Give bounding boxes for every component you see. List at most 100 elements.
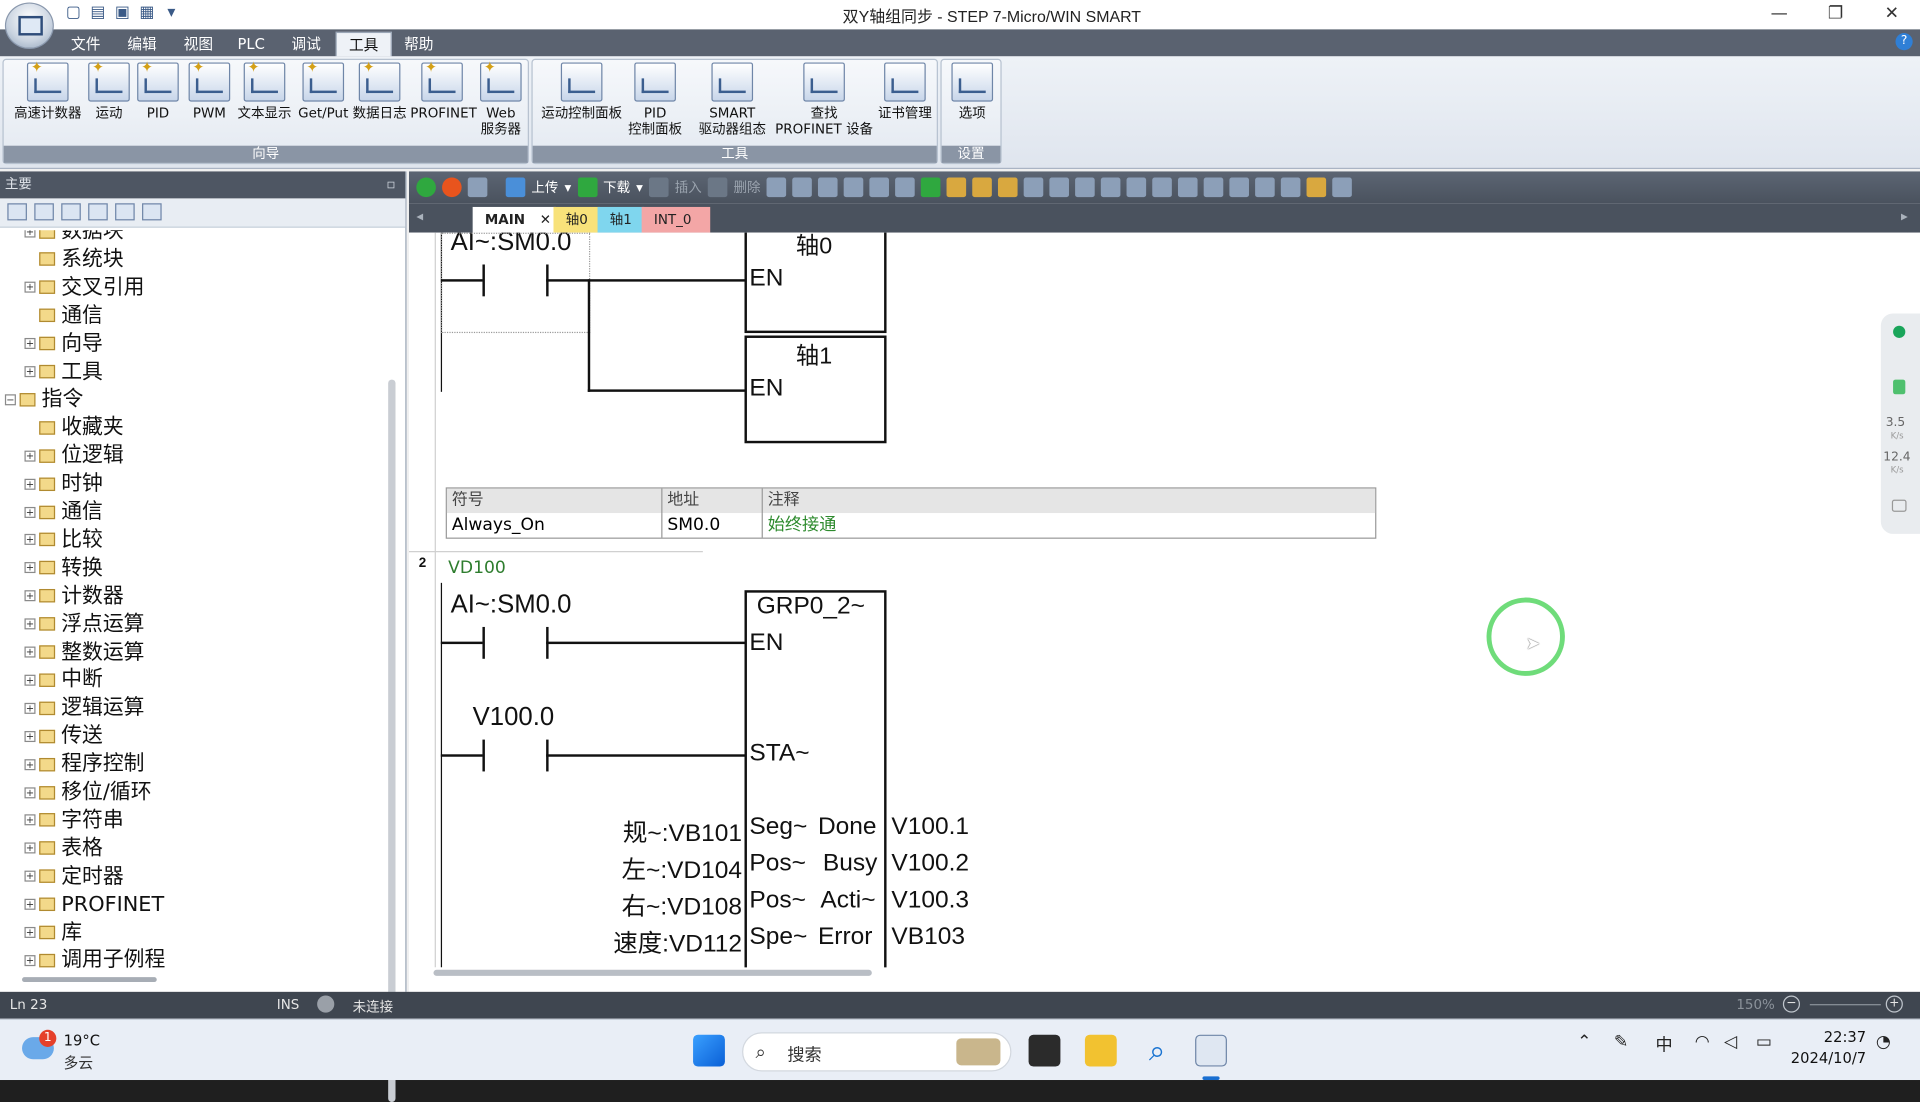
tree-item[interactable]: + 传送 xyxy=(24,723,103,750)
stop-icon[interactable] xyxy=(442,177,462,198)
table-icon[interactable] xyxy=(1229,177,1250,198)
upload-button[interactable]: 上传 xyxy=(531,178,558,198)
hsc-wizard-button[interactable]: 高速计数器 xyxy=(9,60,87,121)
network-comment[interactable]: VD100 xyxy=(448,558,506,578)
minimize-button[interactable]: — xyxy=(1751,0,1807,29)
lock-icon[interactable] xyxy=(946,177,967,198)
edit-icon[interactable] xyxy=(1255,177,1275,198)
expand-toggle-icon[interactable]: + xyxy=(24,366,36,378)
zoom-in-icon[interactable]: + xyxy=(1885,995,1903,1013)
pwm-wizard-button[interactable]: PWM xyxy=(185,60,234,121)
tree-item[interactable]: + 中断 xyxy=(24,667,103,694)
run-icon[interactable] xyxy=(416,177,436,198)
datalog-wizard-button[interactable]: 数据日志 xyxy=(349,60,410,121)
key-icon[interactable] xyxy=(1306,177,1327,198)
tree-item[interactable]: + 时钟 xyxy=(24,470,103,497)
symbol-icon[interactable] xyxy=(1203,177,1224,198)
text-display-wizard-button[interactable]: 文本显示 xyxy=(234,60,295,121)
tree-item[interactable]: + 字符串 xyxy=(24,807,124,834)
tree-item[interactable]: 系统块 xyxy=(24,246,124,273)
motion-control-panel-button[interactable]: 运动控制面板 xyxy=(535,62,628,121)
expand-toggle-icon[interactable]: + xyxy=(24,674,36,686)
tree-item[interactable]: + 交叉引用 xyxy=(24,274,144,301)
tool-icon-4[interactable] xyxy=(843,177,864,198)
find-profinet-device-button[interactable]: 查找 PROFINET 设备 xyxy=(775,62,873,137)
tree-item[interactable]: + 通信 xyxy=(24,498,103,525)
expand-toggle-icon[interactable]: + xyxy=(24,870,36,882)
watch-icon[interactable] xyxy=(1280,177,1301,198)
tab-plc[interactable]: PLC xyxy=(225,32,277,56)
close-button[interactable]: ✕ xyxy=(1864,0,1920,29)
box-icon[interactable] xyxy=(1178,177,1198,198)
expand-toggle-icon[interactable]: + xyxy=(24,618,36,630)
insert-button[interactable]: 插入 xyxy=(675,178,702,198)
getput-wizard-button[interactable]: Get/Put xyxy=(295,60,351,121)
delete-button[interactable]: 删除 xyxy=(734,178,761,198)
view-icon-5[interactable] xyxy=(115,203,135,221)
lock-all-icon[interactable] xyxy=(998,177,1018,198)
tree-item[interactable]: + 工具 xyxy=(24,358,103,385)
application-menu-button[interactable] xyxy=(4,2,54,49)
expand-toggle-icon[interactable]: + xyxy=(24,230,36,237)
insert-icon[interactable] xyxy=(649,177,669,198)
expand-toggle-icon[interactable]: + xyxy=(24,758,36,770)
coil-icon[interactable] xyxy=(1152,177,1172,198)
line-up-icon[interactable] xyxy=(1075,177,1095,198)
tree-item[interactable]: − 指令 xyxy=(4,386,83,413)
scroll-left-icon[interactable]: ◂ xyxy=(416,208,423,224)
view-icon-1[interactable] xyxy=(7,203,27,221)
tree-item[interactable]: + 向导 xyxy=(24,330,103,357)
options-button[interactable]: 选项 xyxy=(949,62,996,121)
zoom-out-icon[interactable]: − xyxy=(1782,995,1801,1013)
tool-icon-3[interactable] xyxy=(818,177,838,198)
tab-axis1[interactable]: 轴1 xyxy=(597,206,645,233)
tree-item[interactable]: 收藏夹 xyxy=(24,414,124,441)
expand-toggle-icon[interactable]: + xyxy=(24,702,36,714)
windows-start-icon[interactable] xyxy=(693,1034,725,1067)
expand-toggle-icon[interactable]: + xyxy=(24,450,36,462)
step7-taskbar-icon[interactable] xyxy=(1195,1034,1227,1067)
expand-toggle-icon[interactable]: + xyxy=(24,898,36,910)
view-icon-2[interactable] xyxy=(34,203,54,221)
download-button[interactable]: 下载 xyxy=(603,178,630,198)
certificate-management-button[interactable]: 证书管理 xyxy=(873,62,937,121)
line-right-icon[interactable] xyxy=(1100,177,1121,198)
motion-wizard-button[interactable]: 运动 xyxy=(84,60,133,121)
contact-icon[interactable] xyxy=(1126,177,1147,198)
zoom-slider[interactable] xyxy=(1809,1004,1881,1006)
task-view-icon[interactable] xyxy=(1028,1034,1061,1067)
tab-int0[interactable]: INT_0 xyxy=(641,206,711,233)
wifi-icon[interactable]: ◠ xyxy=(1695,1032,1710,1052)
expand-toggle-icon[interactable]: + xyxy=(24,534,36,546)
help-icon[interactable]: ? xyxy=(1895,33,1913,51)
n1-selected-cell[interactable] xyxy=(440,232,591,334)
view-icon-3[interactable] xyxy=(61,203,81,221)
tree-item[interactable]: + 计数器 xyxy=(24,582,124,609)
tree-item[interactable]: + 调用子例程 xyxy=(24,947,165,974)
web-server-wizard-button[interactable]: Web 服务器 xyxy=(474,60,528,137)
tree-item[interactable]: + 定时器 xyxy=(24,863,124,890)
close-tab-icon[interactable]: ✕ xyxy=(540,212,551,228)
tab-tools[interactable]: 工具 xyxy=(335,31,392,57)
expand-toggle-icon[interactable]: − xyxy=(4,394,16,406)
tab-help[interactable]: 帮助 xyxy=(392,32,446,56)
system-clock[interactable]: 22:37 2024/10/7 xyxy=(1791,1027,1866,1069)
tab-edit[interactable]: 编辑 xyxy=(115,32,169,56)
tool-icon-5[interactable] xyxy=(869,177,890,198)
tool-icon-7[interactable] xyxy=(920,177,941,198)
download-icon[interactable] xyxy=(577,177,597,198)
tab-axis0[interactable]: 轴0 xyxy=(553,206,601,233)
expand-toggle-icon[interactable]: + xyxy=(24,786,36,798)
ime-indicator[interactable]: 中 xyxy=(1656,1032,1673,1056)
delete-icon[interactable] xyxy=(707,177,728,198)
tool-icon-1[interactable] xyxy=(766,177,787,198)
branch-up-icon[interactable] xyxy=(1049,177,1070,198)
tree-item[interactable]: + 数据块 xyxy=(24,230,124,245)
editor-horizontal-scrollbar[interactable] xyxy=(433,969,872,976)
tab-debug[interactable]: 调试 xyxy=(279,32,333,56)
battery-icon[interactable]: ▭ xyxy=(1756,1032,1772,1052)
pin-icon[interactable]: ▫ xyxy=(386,171,395,198)
tab-main[interactable]: MAIN ✕ xyxy=(472,206,556,233)
pen-icon[interactable]: ✎ xyxy=(1614,1032,1628,1052)
volume-icon[interactable]: ◁ xyxy=(1724,1032,1737,1052)
